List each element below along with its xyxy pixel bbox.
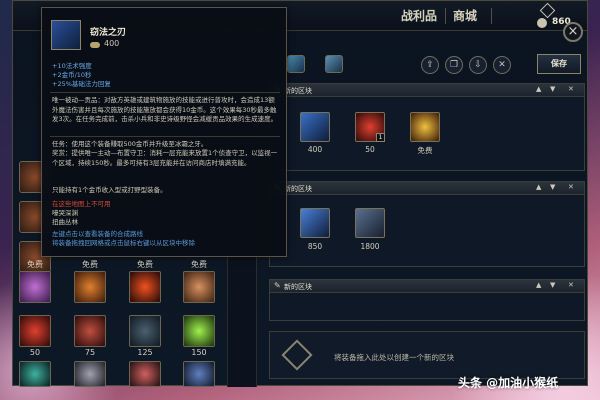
- item-slot[interactable]: [74, 361, 106, 387]
- item-stat: +25%基础法力回复: [52, 80, 111, 88]
- item-price: 75: [84, 348, 96, 357]
- item-price: 免费: [417, 146, 433, 155]
- item-price: 400: [307, 145, 323, 154]
- close-icon[interactable]: ✕: [568, 183, 574, 191]
- item-slot[interactable]: [19, 315, 51, 347]
- item-slot[interactable]: [19, 271, 51, 303]
- item-price: 免费: [191, 260, 207, 269]
- export-icon[interactable]: ⇪: [421, 56, 439, 74]
- map-name: 扭曲丛林: [52, 218, 78, 226]
- item-slot[interactable]: [19, 361, 51, 387]
- delete-icon[interactable]: ✕: [493, 56, 511, 74]
- drop-block-icon: [281, 339, 313, 371]
- move-down-icon[interactable]: ▼: [550, 183, 555, 191]
- copy-icon[interactable]: ❐: [445, 56, 463, 74]
- tab-divider: [491, 8, 492, 24]
- move-down-icon[interactable]: ▼: [550, 281, 555, 289]
- item-slot[interactable]: [183, 361, 215, 387]
- tab-loot[interactable]: 战利品: [401, 7, 437, 24]
- close-icon[interactable]: ✕: [568, 281, 574, 289]
- block-item[interactable]: 1: [355, 112, 385, 142]
- riot-points-icon: [537, 18, 547, 28]
- save-button[interactable]: 保存: [537, 54, 581, 74]
- item-price: 850: [307, 242, 323, 251]
- build-item-icon[interactable]: [287, 55, 305, 73]
- usage-hint: 左键点击以查看装备的合成路线 将装备拖拽回网格或点击鼠标右键以从区块中移除: [52, 230, 195, 247]
- item-price: 免费: [27, 260, 43, 269]
- limit-text: 只能持有1个金币收入型或打野型装备。: [52, 186, 167, 194]
- move-down-icon[interactable]: ▼: [550, 85, 555, 93]
- item-slot[interactable]: [129, 271, 161, 303]
- close-icon[interactable]: ✕: [568, 85, 574, 93]
- item-block: ✎ 新的区块 ▲ ▼ ✕ 400 1 50 免费: [269, 83, 585, 171]
- block-header: ✎ 新的区块 ▲ ▼ ✕: [270, 84, 584, 97]
- item-slot[interactable]: [129, 361, 161, 387]
- move-up-icon[interactable]: ▲: [536, 183, 541, 191]
- item-slot[interactable]: [74, 315, 106, 347]
- pencil-icon[interactable]: ✎: [274, 281, 281, 290]
- item-sets-panel: ⇪ ❐ ⇩ ✕ 保存 ✎ 新的区块 ▲ ▼ ✕ 400 1 50 免费: [257, 31, 587, 387]
- blue-essence-icon: [539, 2, 556, 19]
- block-header: ✎ 新的区块 ▲ ▼ ✕: [270, 182, 584, 195]
- drop-zone-text: 将装备拖入此处以创建一个新的区块: [334, 353, 454, 362]
- block-item[interactable]: [355, 208, 385, 238]
- item-price: 125: [137, 348, 153, 357]
- item-cost: 400: [104, 39, 120, 48]
- passive-text: 唯一被动—贡品：对敌方英雄或建筑物施放的技能或进行普攻时，会造成13额外魔法伤害…: [52, 96, 278, 123]
- tab-store[interactable]: 商城: [453, 7, 477, 24]
- item-block: ✎ 新的区块 ▲ ▼ ✕: [269, 279, 585, 321]
- item-price: 50: [29, 348, 41, 357]
- block-item[interactable]: [300, 112, 330, 142]
- gold-icon: [90, 42, 100, 48]
- item-price: 免费: [137, 260, 153, 269]
- item-price: 50: [365, 145, 375, 154]
- item-name: 窃法之刃: [90, 28, 127, 38]
- build-item-icon[interactable]: [325, 55, 343, 73]
- item-shop-window: 战利品 商城 860 免费 免费 免费 免费 50 75 125 150 ⇪ ❐…: [12, 0, 588, 387]
- tab-divider: [445, 8, 446, 24]
- stack-badge: 1: [376, 133, 385, 142]
- item-block: ✎ 新的区块 ▲ ▼ ✕ 850 1800: [269, 181, 585, 267]
- item-tooltip: 窃法之刃 400 +10法术强度 +2金币/10秒 +25%基础法力回复 唯一被…: [41, 7, 287, 257]
- block-item[interactable]: [300, 208, 330, 238]
- block-title[interactable]: 新的区块: [284, 184, 312, 194]
- drop-zone[interactable]: 将装备拖入此处以创建一个新的区块: [269, 331, 585, 379]
- item-slot[interactable]: [129, 315, 161, 347]
- item-icon: [51, 20, 81, 50]
- item-price: 1800: [360, 242, 380, 251]
- block-title[interactable]: 新的区块: [284, 282, 312, 292]
- block-header: ✎ 新的区块 ▲ ▼ ✕: [270, 280, 584, 293]
- watermark: 头条 @加油小猴纸: [458, 376, 559, 390]
- block-title[interactable]: 新的区块: [284, 86, 312, 96]
- item-slot[interactable]: [183, 315, 215, 347]
- move-up-icon[interactable]: ▲: [536, 281, 541, 289]
- block-item[interactable]: [410, 112, 440, 142]
- item-price: 150: [191, 348, 207, 357]
- item-price: 免费: [82, 260, 98, 269]
- item-slot[interactable]: [183, 271, 215, 303]
- move-up-icon[interactable]: ▲: [536, 85, 541, 93]
- item-slot[interactable]: [74, 271, 106, 303]
- import-icon[interactable]: ⇩: [469, 56, 487, 74]
- divider: [50, 136, 280, 137]
- reward-text: 奖赏：提供唯一主动—布置守卫：消耗一层充能来放置1个侦查守卫，以监视一个区域，持…: [52, 149, 278, 167]
- close-button[interactable]: ×: [563, 22, 583, 42]
- divider: [50, 92, 280, 93]
